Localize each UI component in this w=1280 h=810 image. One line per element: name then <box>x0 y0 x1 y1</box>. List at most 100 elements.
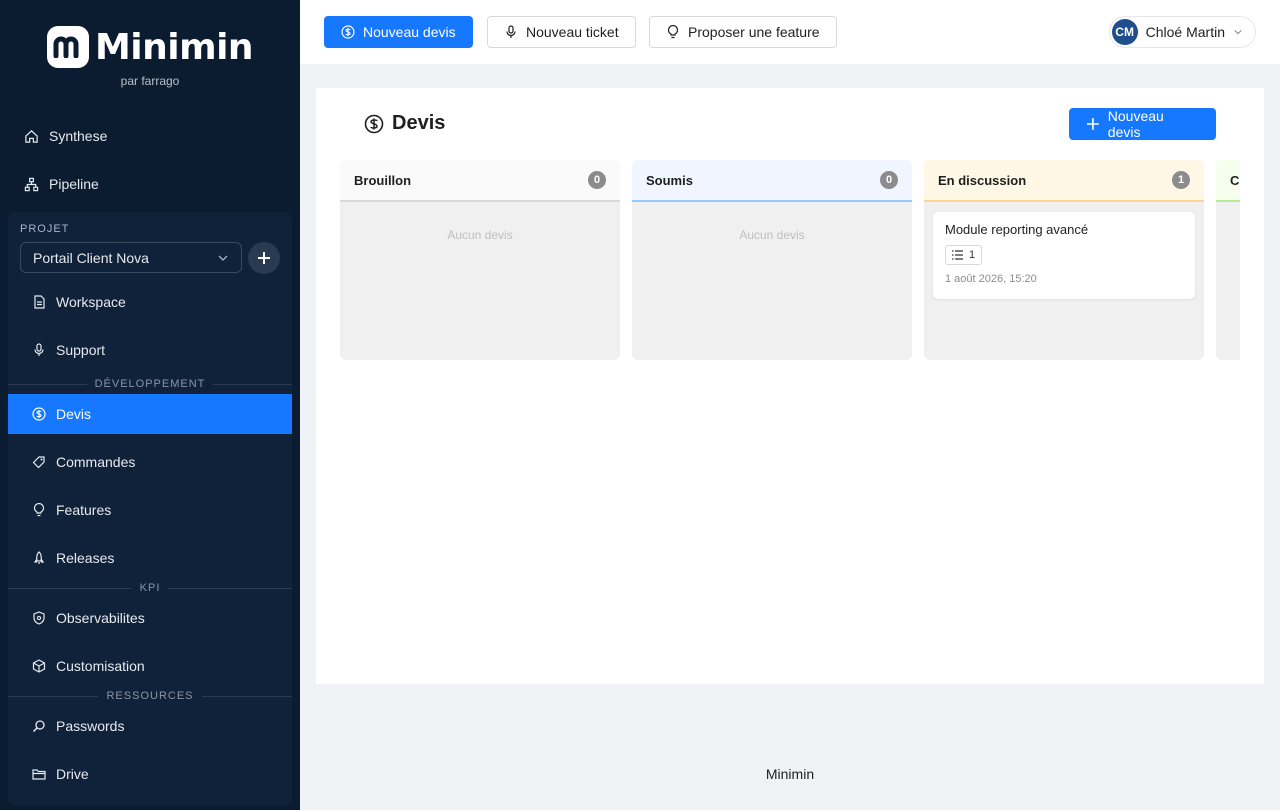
brand-subtitle: par farrago <box>120 74 180 88</box>
button-label: Nouveau ticket <box>526 24 619 40</box>
sidebar-item-label: Support <box>56 342 106 358</box>
kanban-column-soumis: Soumis 0 Aucun devis <box>632 160 912 360</box>
home-icon <box>25 129 38 143</box>
items-count-tag: 1 <box>945 245 983 265</box>
search-icon <box>32 720 45 733</box>
kanban-column-brouillon: Brouillon 0 Aucun devis <box>340 160 620 360</box>
sidebar-item-passwords[interactable]: Passwords <box>8 706 292 746</box>
button-label: Nouveau devis <box>363 24 456 40</box>
dollar-circle-icon <box>341 25 355 39</box>
section-label: DÉVELOPPEMENT <box>94 378 206 390</box>
column-title: En discussion <box>938 172 1027 188</box>
column-header: C <box>1216 160 1240 202</box>
sidebar-item-features[interactable]: Features <box>8 490 292 530</box>
project-select-value: Portail Client Nova <box>33 249 149 266</box>
sidebar-item-label: Commandes <box>56 454 136 470</box>
sitemap-icon <box>24 177 39 191</box>
sidebar-item-label: Drive <box>56 766 89 782</box>
project-select[interactable]: Portail Client Nova <box>20 242 242 273</box>
chevron-down-icon <box>218 255 228 261</box>
empty-state: Aucun devis <box>739 228 805 242</box>
section-divider-resources: RESSOURCES <box>8 690 292 702</box>
bulb-icon <box>33 503 45 517</box>
new-ticket-button[interactable]: Nouveau ticket <box>487 16 636 48</box>
sidebar-item-label: Features <box>56 502 112 518</box>
project-section-label: PROJET <box>20 223 70 235</box>
microphone-icon <box>506 25 516 38</box>
section-label: KPI <box>139 582 161 594</box>
plus-icon <box>1086 118 1099 130</box>
sidebar-item-commandes[interactable]: Commandes <box>8 442 292 482</box>
kanban-board: Brouillon 0 Aucun devis Soumis 0 Aucun d… <box>340 160 1240 360</box>
column-title: Soumis <box>646 172 693 188</box>
sidebar-item-label: Passwords <box>56 718 125 734</box>
sidebar-item-label: Workspace <box>56 294 126 310</box>
sidebar-item-releases[interactable]: Releases <box>8 538 292 578</box>
items-count: 1 <box>969 249 976 261</box>
chevron-down-icon <box>1234 29 1242 35</box>
count-badge: 0 <box>880 171 898 189</box>
sidebar-item-label: Releases <box>56 550 115 566</box>
add-project-button[interactable] <box>248 242 280 274</box>
sidebar-item-workspace[interactable]: Workspace <box>8 282 292 322</box>
sidebar-item-customisation[interactable]: Customisation <box>8 646 292 686</box>
sidebar-item-support[interactable]: Support <box>8 330 292 370</box>
dollar-circle-icon <box>364 114 384 133</box>
sidebar-item-label: Customisation <box>56 658 145 674</box>
sidebar-item-label: Synthese <box>49 128 108 144</box>
quotes-card: Devis Nouveau devis Brouillon 0 Aucun de… <box>316 88 1264 684</box>
quote-title: Module reporting avancé <box>945 222 1089 237</box>
count-badge: 1 <box>1172 171 1190 189</box>
avatar: CM <box>1111 19 1138 45</box>
column-header: En discussion 1 <box>924 160 1204 202</box>
sidebar-item-label: Observabilites <box>56 610 145 626</box>
propose-feature-button[interactable]: Proposer une feature <box>649 16 837 48</box>
page-title: Devis <box>364 112 445 135</box>
column-header: Soumis 0 <box>632 160 912 202</box>
brand-name: Minimin <box>94 26 254 68</box>
button-label: Nouveau devis <box>1107 108 1164 140</box>
sidebar-item-label: Pipeline <box>49 176 99 192</box>
tag-icon <box>32 456 45 469</box>
topbar: Nouveau devis Nouveau ticket Proposer un… <box>300 0 1280 64</box>
new-quote-button[interactable]: Nouveau devis <box>324 16 473 48</box>
bulb-icon <box>667 25 679 39</box>
sidebar-item-pipeline[interactable]: Pipeline <box>8 164 292 204</box>
empty-state: Aucun devis <box>447 228 513 242</box>
user-menu[interactable]: CM Chloé Martin <box>1108 16 1256 48</box>
button-label: Proposer une feature <box>688 24 820 40</box>
footer: Minimin <box>765 766 815 782</box>
count-badge: 0 <box>588 171 606 189</box>
sidebar-item-drive[interactable]: Drive <box>8 754 292 794</box>
sidebar: Minimin par farrago Synthese Pipeline PR… <box>0 0 300 810</box>
user-name: Chloé Martin <box>1145 24 1225 40</box>
column-header: Brouillon 0 <box>340 160 620 202</box>
brand: Minimin par farrago <box>0 24 300 88</box>
page-title-text: Devis <box>392 112 446 134</box>
kanban-column-partial: C <box>1216 160 1240 360</box>
column-title: C <box>1230 172 1240 188</box>
rocket-icon <box>33 551 45 564</box>
list-icon <box>952 250 963 260</box>
sidebar-item-synthese[interactable]: Synthese <box>8 116 292 156</box>
file-icon <box>34 295 45 309</box>
dollar-circle-icon <box>32 407 46 421</box>
logo-icon <box>46 26 89 68</box>
sidebar-item-observabilites[interactable]: Observabilites <box>8 598 292 638</box>
section-label: RESSOURCES <box>106 690 194 702</box>
quote-date: 1 août 2026, 15:20 <box>945 273 1037 285</box>
sidebar-item-label: Devis <box>56 406 92 422</box>
quote-card[interactable]: Module reporting avancé 1 1 août 2026, 1… <box>933 212 1195 299</box>
microphone-icon <box>34 343 44 356</box>
plus-icon <box>258 252 270 264</box>
cube-icon <box>32 659 46 673</box>
project-panel: PROJET Portail Client Nova Workspace Sup… <box>8 212 293 806</box>
section-divider-dev: DÉVELOPPEMENT <box>8 378 292 390</box>
folder-icon <box>32 769 46 780</box>
kanban-column-en-discussion: En discussion 1 Module reporting avancé … <box>924 160 1204 360</box>
sidebar-item-devis[interactable]: Devis <box>8 394 292 434</box>
add-quote-button[interactable]: Nouveau devis <box>1069 108 1216 140</box>
column-title: Brouillon <box>354 172 412 188</box>
shield-icon <box>33 611 45 625</box>
section-divider-kpi: KPI <box>8 582 293 594</box>
